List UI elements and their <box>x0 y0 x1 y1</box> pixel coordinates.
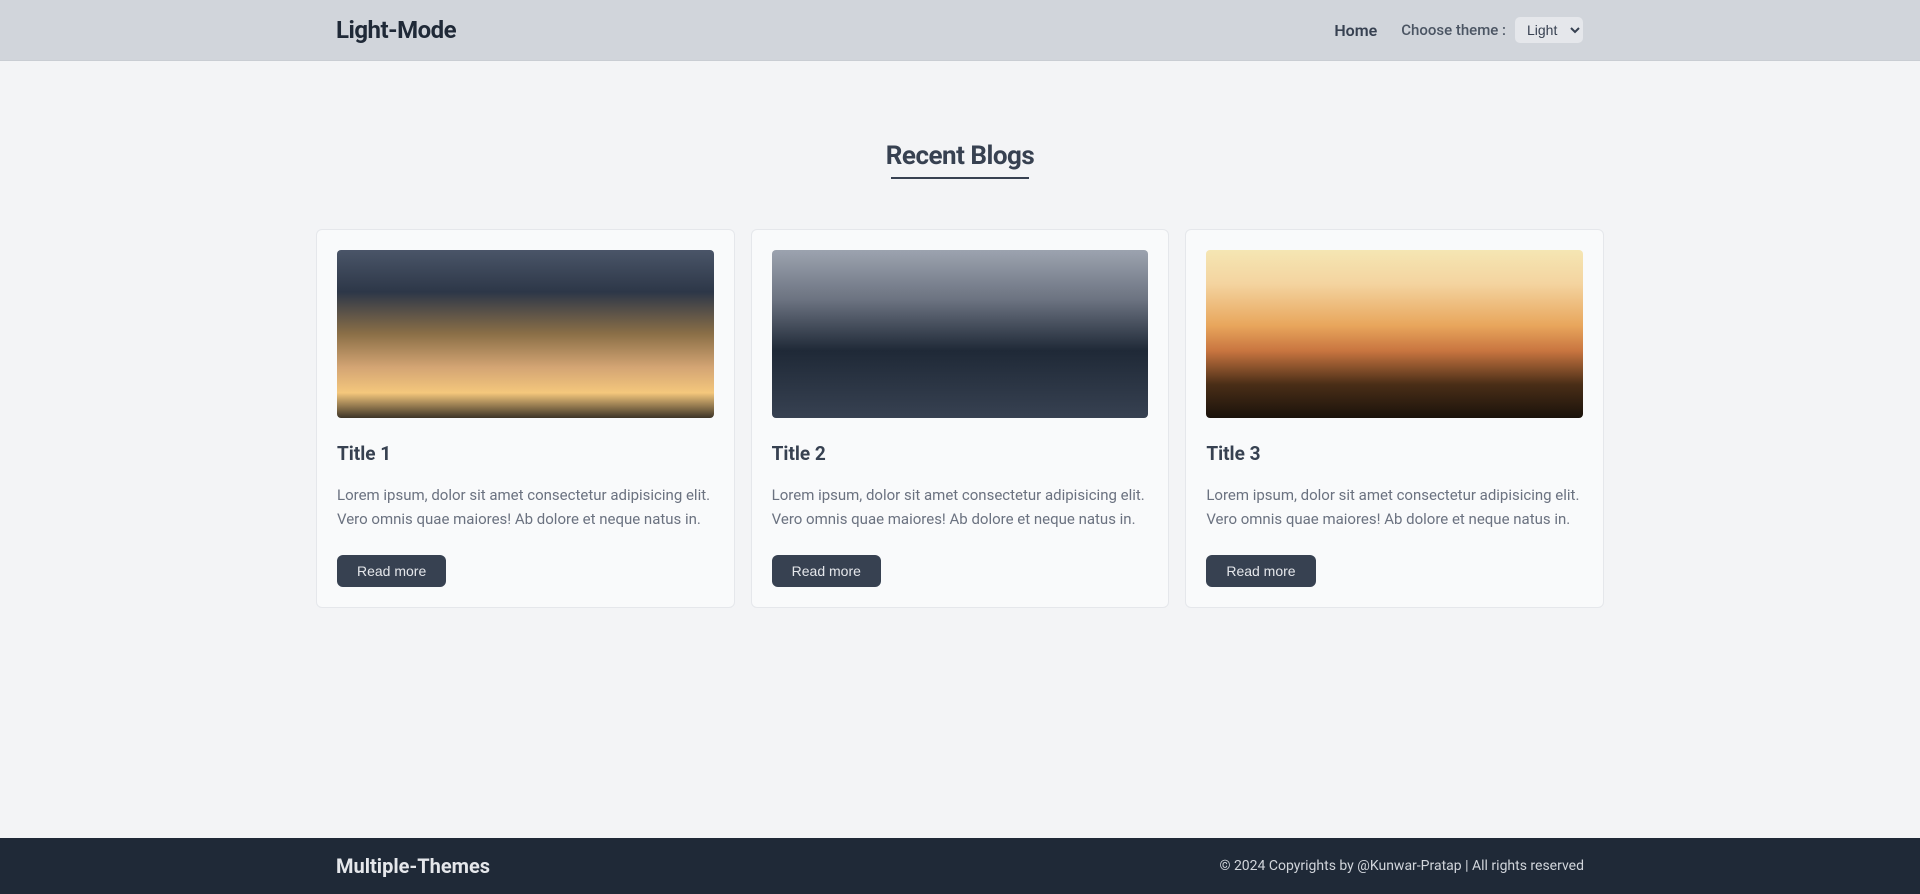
header: Light-Mode Home Choose theme : Light <box>0 0 1920 61</box>
card-description: Lorem ipsum, dolor sit amet consectetur … <box>1206 483 1583 531</box>
card-image <box>337 250 714 418</box>
card-title: Title 2 <box>772 442 1149 465</box>
blog-card: Title 3 Lorem ipsum, dolor sit amet cons… <box>1185 229 1604 608</box>
theme-label: Choose theme : <box>1401 21 1506 39</box>
card-image <box>1206 250 1583 418</box>
theme-section: Choose theme : Light <box>1401 16 1584 44</box>
blog-card: Title 2 Lorem ipsum, dolor sit amet cons… <box>751 229 1170 608</box>
footer-copyright: © 2024 Copyrights by @Kunwar-Pratap | Al… <box>1219 858 1584 874</box>
title-underline <box>891 177 1029 179</box>
card-description: Lorem ipsum, dolor sit amet consectetur … <box>337 483 714 531</box>
read-more-button[interactable]: Read more <box>772 555 881 587</box>
card-description: Lorem ipsum, dolor sit amet consectetur … <box>772 483 1149 531</box>
blog-card: Title 1 Lorem ipsum, dolor sit amet cons… <box>316 229 735 608</box>
cards-container: Title 1 Lorem ipsum, dolor sit amet cons… <box>316 229 1604 608</box>
card-title: Title 3 <box>1206 442 1583 465</box>
nav-link-home[interactable]: Home <box>1334 21 1377 40</box>
footer: Multiple-Themes © 2024 Copyrights by @Ku… <box>0 838 1920 894</box>
read-more-button[interactable]: Read more <box>337 555 446 587</box>
nav-right: Home Choose theme : Light <box>1334 16 1584 44</box>
theme-select[interactable]: Light <box>1514 16 1584 44</box>
main-content: Recent Blogs Title 1 Lorem ipsum, dolor … <box>0 61 1920 838</box>
footer-container: Multiple-Themes © 2024 Copyrights by @Ku… <box>316 854 1604 878</box>
brand-title: Light-Mode <box>336 16 456 44</box>
card-title: Title 1 <box>337 442 714 465</box>
card-image <box>772 250 1149 418</box>
section-title: Recent Blogs <box>20 141 1900 171</box>
read-more-button[interactable]: Read more <box>1206 555 1315 587</box>
footer-brand: Multiple-Themes <box>336 854 490 878</box>
header-container: Light-Mode Home Choose theme : Light <box>316 16 1604 44</box>
